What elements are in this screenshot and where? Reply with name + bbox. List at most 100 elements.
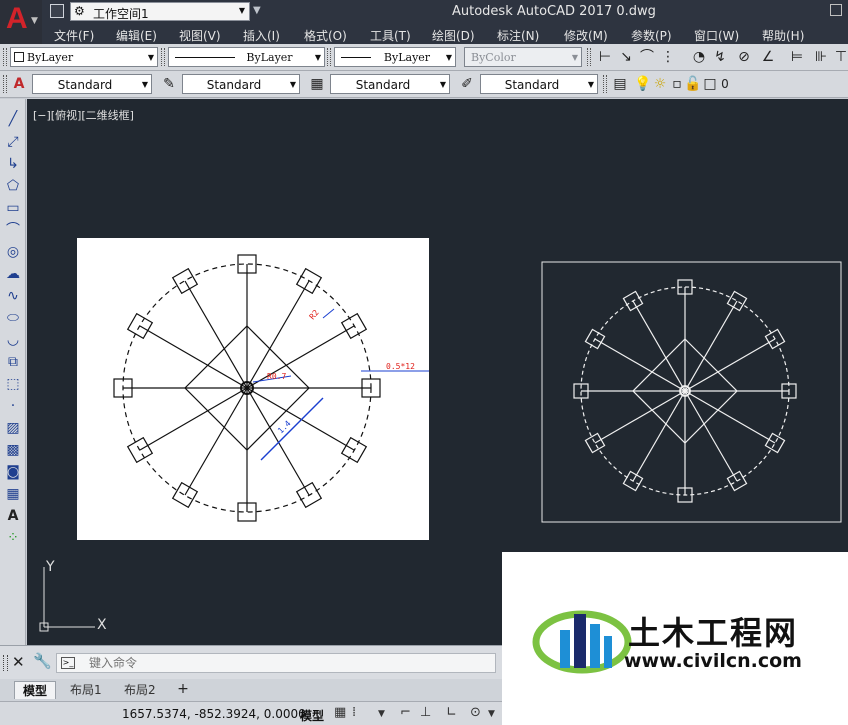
table-style-combo[interactable]: Standard ▼ [330, 74, 450, 94]
isodraft-icon[interactable]: ∟ [446, 705, 457, 720]
close-icon[interactable]: ✕ [12, 653, 25, 671]
grid-icon[interactable]: ▦ [334, 705, 346, 720]
chevron-down-icon[interactable]: ▼ [488, 709, 495, 719]
plotstyle-value: ByColor [471, 51, 516, 64]
ortho-icon[interactable]: ⌐ [400, 705, 411, 720]
menu-view[interactable]: 视图(V) [179, 27, 221, 44]
dim-style-combo[interactable]: Standard ▼ [182, 74, 300, 94]
menu-bar: 文件(F) 编辑(E) 视图(V) 插入(I) 格式(O) 工具(T) 绘图(D… [0, 24, 848, 44]
jogged-dim-icon[interactable]: ↯ [711, 48, 729, 66]
watermark-logo: 土木工程网 www.civilcn.com [502, 552, 848, 725]
lineweight-combo[interactable]: ByLayer ▼ [334, 47, 456, 67]
menu-insert[interactable]: 插入(I) [243, 27, 280, 44]
toolbar-grip[interactable] [161, 48, 165, 66]
region-tool-icon[interactable]: ◙ [3, 462, 23, 482]
continue-dim-icon[interactable]: ⊪ [812, 48, 830, 66]
mtext-tool-icon[interactable]: A [3, 506, 23, 526]
polygon-tool-icon[interactable]: ⬠ [3, 176, 23, 196]
command-prompt-icon[interactable]: >_ [61, 657, 75, 669]
diameter-dim-icon[interactable]: ⊘ [735, 48, 753, 66]
lightbulb-icon[interactable]: 💡 [634, 75, 652, 93]
workspace-selector[interactable]: ⚙ 工作空间1 ▼ [70, 2, 250, 21]
text-style-combo[interactable]: Standard ▼ [32, 74, 152, 94]
command-input-box[interactable]: >_ [56, 653, 496, 673]
insert-block-icon[interactable]: ⧉ [3, 352, 23, 372]
toolbar-grip[interactable] [603, 75, 607, 93]
menu-modify[interactable]: 修改(M) [564, 27, 608, 44]
current-layer-name[interactable]: 0 [716, 75, 734, 93]
dim-style-icon[interactable]: ✎ [160, 75, 178, 93]
menu-help[interactable]: 帮助(H) [762, 27, 804, 44]
menu-format[interactable]: 格式(O) [304, 27, 347, 44]
baseline-dim-icon[interactable]: ⊨ [788, 48, 806, 66]
wrench-icon[interactable]: 🔧 [33, 652, 52, 670]
gradient-tool-icon[interactable]: ▩ [3, 440, 23, 460]
menu-file[interactable]: 文件(F) [54, 27, 94, 44]
model-space-toggle[interactable]: 模型 [300, 707, 324, 724]
table-style-value: Standard [355, 78, 411, 92]
menu-tools[interactable]: 工具(T) [370, 27, 411, 44]
dim-space-icon[interactable]: ⊤ [832, 48, 848, 66]
table-style-icon[interactable]: ▦ [308, 75, 326, 93]
aligned-dim-icon[interactable]: ↘ [617, 48, 635, 66]
point-tool-icon[interactable]: · [3, 396, 23, 416]
construction-line-icon[interactable]: ⤢ [3, 132, 23, 152]
save-icon[interactable] [50, 4, 64, 18]
toolbar-grip[interactable] [327, 48, 331, 66]
ucs-y-label: Y [45, 559, 55, 575]
hatch-tool-icon[interactable]: ▨ [3, 418, 23, 438]
toolbar-grip[interactable] [587, 48, 591, 66]
ordinate-dim-icon[interactable]: ⋮ [659, 48, 677, 66]
multileader-style-combo[interactable]: Standard ▼ [480, 74, 598, 94]
toolbar-grip[interactable] [3, 75, 7, 93]
tab-model[interactable]: 模型 [14, 681, 57, 699]
chevron-down-icon: ▼ [587, 80, 594, 89]
reference-image[interactable]: R2 0.5*12 R0.7 1.4 [77, 238, 429, 540]
rectangle-tool-icon[interactable]: ▭ [3, 198, 23, 218]
add-selected-icon[interactable]: ⁘ [3, 528, 23, 548]
linear-dim-icon[interactable]: ⊢ [596, 48, 614, 66]
line-tool-icon[interactable]: ╱ [3, 109, 23, 129]
workspace-label: 工作空间1 [93, 7, 149, 21]
tab-layout1[interactable]: 布局1 [62, 681, 110, 699]
command-line-grip[interactable] [3, 655, 8, 671]
gear-icon: ⚙ [74, 4, 85, 18]
multileader-style-icon[interactable]: ✐ [458, 75, 476, 93]
table-tool-icon[interactable]: ▦ [3, 484, 23, 504]
object-snap-icon[interactable]: ⊙ [470, 705, 481, 720]
toolbar-grip[interactable] [3, 48, 7, 66]
chevron-down-icon: ▼ [141, 80, 148, 89]
linetype-combo[interactable]: ByLayer ▼ [168, 47, 325, 67]
radius-dim-icon[interactable]: ◔ [690, 48, 708, 66]
circle-tool-icon[interactable]: ◎ [3, 242, 23, 262]
arc-tool-icon[interactable]: ⌒ [3, 220, 23, 240]
color-combo[interactable]: ByLayer ▼ [10, 47, 158, 67]
make-block-icon[interactable]: ⬚ [3, 374, 23, 394]
text-style-icon[interactable]: A [10, 75, 28, 93]
application-menu-button[interactable]: A ▼ [0, 0, 42, 44]
menu-window[interactable]: 窗口(W) [694, 27, 739, 44]
menu-parametric[interactable]: 参数(P) [631, 27, 672, 44]
menu-edit[interactable]: 编辑(E) [116, 27, 157, 44]
window-control-button[interactable] [830, 4, 842, 16]
ellipse-tool-icon[interactable]: ⬭ [3, 308, 23, 328]
lock-icon[interactable]: 🔓 [684, 75, 702, 93]
revcloud-tool-icon[interactable]: ☁ [3, 264, 23, 284]
add-layout-button[interactable]: + [174, 681, 192, 697]
polyline-tool-icon[interactable]: ↳ [3, 154, 23, 174]
snap-icon[interactable]: ⁞ [352, 705, 356, 720]
quick-access-more-icon[interactable]: ▼ [253, 5, 261, 16]
polar-tracking-icon[interactable]: ⊥ [420, 705, 431, 720]
menu-dimension[interactable]: 标注(N) [497, 27, 539, 44]
menu-draw[interactable]: 绘图(D) [432, 27, 475, 44]
viewport-controls-label[interactable]: [−][俯视][二维线框] [33, 107, 134, 123]
command-input[interactable] [89, 655, 489, 671]
sun-icon[interactable]: ☼ [651, 75, 669, 93]
arc-length-icon[interactable]: ⌒ [638, 48, 656, 66]
ellipse-arc-icon[interactable]: ◡ [3, 330, 23, 350]
angular-dim-icon[interactable]: ∠ [759, 48, 777, 66]
layer-properties-icon[interactable]: ▤ [611, 75, 629, 93]
tab-layout2[interactable]: 布局2 [116, 681, 164, 699]
spline-tool-icon[interactable]: ∿ [3, 286, 23, 306]
chevron-down-icon[interactable]: ▼ [378, 709, 385, 719]
